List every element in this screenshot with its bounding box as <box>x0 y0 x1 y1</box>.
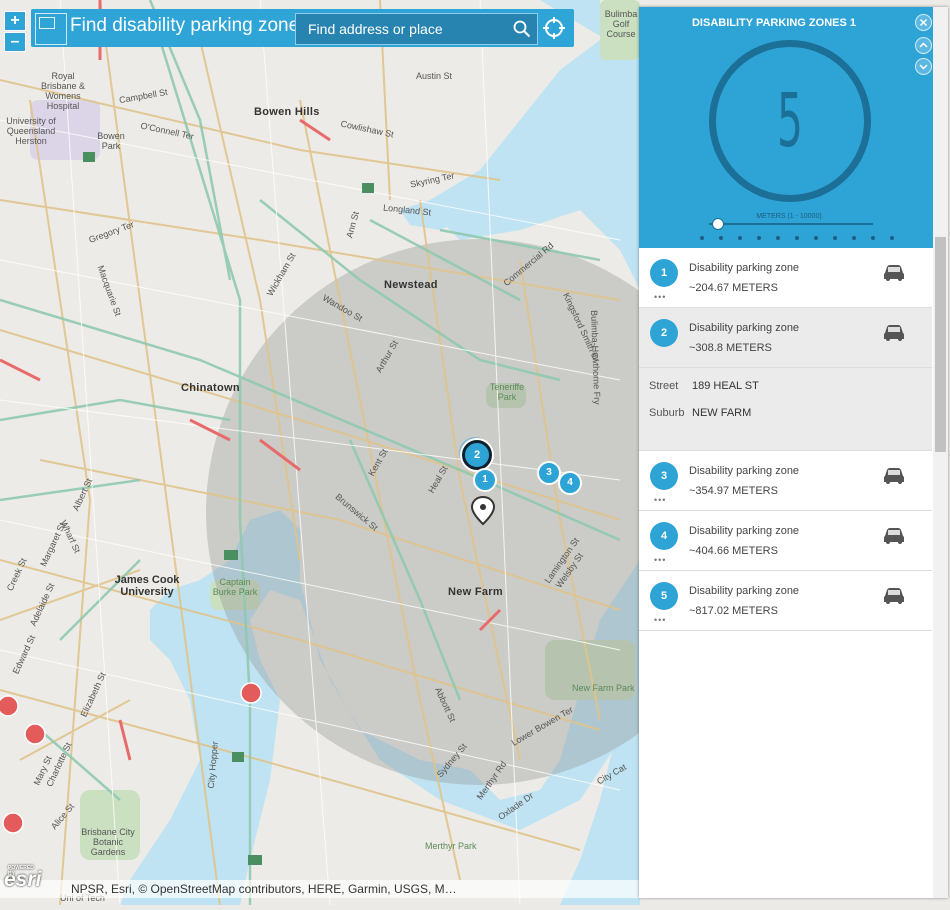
search-input[interactable] <box>296 14 508 44</box>
poi-label: James Cook University <box>114 574 180 598</box>
suburb-label: Newstead <box>384 279 438 291</box>
result-name: Disability parking zone <box>689 585 799 597</box>
panel-title: DISABILITY PARKING ZONES 1 <box>639 17 909 29</box>
car-icon[interactable] <box>882 467 906 485</box>
results-list: 1 ••• Disability parking zone ~204.67 ME… <box>639 248 932 631</box>
suburb-value: NEW FARM <box>692 407 751 419</box>
more-icon[interactable]: ••• <box>654 292 666 302</box>
panel-scrollbar[interactable] <box>933 7 948 898</box>
suburb-label: Suburb <box>649 407 684 419</box>
zoom-controls: + – <box>4 11 26 53</box>
distance-slider-label: METERS (1 - 10000) <box>729 213 849 220</box>
search-icon[interactable] <box>513 20 531 38</box>
park-label: Captain Burke Park <box>210 578 260 598</box>
result-item[interactable]: 4 ••• Disability parking zone ~404.66 ME… <box>639 511 932 571</box>
attribution-text: NPSR, Esri, © OpenStreetMap contributors… <box>71 882 457 896</box>
locate-icon[interactable] <box>542 16 566 40</box>
suburb-label: Chinatown <box>181 382 240 394</box>
result-number-badge: 3 <box>650 462 678 490</box>
result-distance: ~354.97 METERS <box>689 485 778 497</box>
chevron-down-icon[interactable] <box>915 58 932 75</box>
map-marker[interactable]: 1 <box>473 468 497 492</box>
poi-label: Brisbane City Botanic Gardens <box>75 828 141 858</box>
car-icon[interactable] <box>882 264 906 282</box>
car-icon[interactable] <box>882 527 906 545</box>
poi-label: Bowen Park <box>93 132 129 152</box>
result-details: Street 189 HEAL ST Suburb NEW FARM <box>639 368 932 451</box>
attribution-bar: NPSR, Esri, © OpenStreetMap contributors… <box>0 880 639 898</box>
result-item[interactable]: 1 ••• Disability parking zone ~204.67 ME… <box>639 248 932 308</box>
esri-logo: POWERED BY esri <box>4 868 41 892</box>
map-marker-selected[interactable]: 2 <box>462 440 492 470</box>
result-item[interactable]: 5 ••• Disability parking zone ~817.02 ME… <box>639 571 932 631</box>
more-icon[interactable]: ••• <box>654 555 666 565</box>
park-label: Merthyr Park <box>425 842 477 852</box>
street-label: Austin St <box>416 72 452 82</box>
chevron-up-icon[interactable] <box>915 37 932 54</box>
zoom-out-button[interactable]: – <box>4 32 26 52</box>
car-icon[interactable] <box>882 587 906 605</box>
app-header: Find disability parking zones <box>31 9 574 47</box>
result-name: Disability parking zone <box>689 465 799 477</box>
result-distance: ~308.8 METERS <box>689 342 772 354</box>
result-number-badge: 2 <box>650 319 678 347</box>
app-logo-icon <box>35 13 67 45</box>
result-distance: ~817.02 METERS <box>689 605 778 617</box>
map-marker[interactable]: 4 <box>558 471 582 495</box>
poi-label: Royal Brisbane & Womens Hospital <box>33 72 93 112</box>
result-number-badge: 5 <box>650 582 678 610</box>
result-item[interactable]: 3 ••• Disability parking zone ~354.97 ME… <box>639 451 932 511</box>
more-icon[interactable]: ••• <box>654 495 666 505</box>
distance-slider-handle[interactable] <box>712 218 724 230</box>
result-name: Disability parking zone <box>689 525 799 537</box>
result-distance: ~404.66 METERS <box>689 545 778 557</box>
more-icon[interactable]: ••• <box>654 615 666 625</box>
street-label: Bulimba-Hawthorne Fry <box>588 310 601 405</box>
result-name: Disability parking zone <box>689 322 799 334</box>
result-name: Disability parking zone <box>689 262 799 274</box>
street-label: Street <box>649 380 678 392</box>
search-box <box>295 13 538 45</box>
results-panel: DISABILITY PARKING ZONES 1 5 METERS (1 -… <box>639 7 948 898</box>
suburb-label: New Farm <box>448 586 503 598</box>
close-icon[interactable] <box>915 14 932 31</box>
panel-header: DISABILITY PARKING ZONES 1 5 METERS (1 -… <box>639 7 948 248</box>
app-title: Find disability parking zones <box>70 15 309 37</box>
zoom-in-button[interactable]: + <box>4 11 26 31</box>
result-number-badge: 4 <box>650 522 678 550</box>
park-label: New Farm Park <box>572 684 635 694</box>
distance-slider-track[interactable] <box>709 223 873 225</box>
suburb-label: Bowen Hills <box>254 106 320 118</box>
park-label: Teneriffe Park <box>489 383 525 403</box>
street-value: 189 HEAL ST <box>692 380 759 392</box>
poi-label: Bulimba Golf Course <box>603 10 639 40</box>
car-icon[interactable] <box>882 324 906 342</box>
result-distance: ~204.67 METERS <box>689 282 778 294</box>
scrollbar-thumb[interactable] <box>935 237 946 452</box>
result-count: 5 <box>745 40 834 202</box>
poi-label: University of Queensland Herston <box>3 117 59 147</box>
result-number-badge: 1 <box>650 259 678 287</box>
result-item-selected[interactable]: 2 Disability parking zone ~308.8 METERS <box>639 308 932 368</box>
